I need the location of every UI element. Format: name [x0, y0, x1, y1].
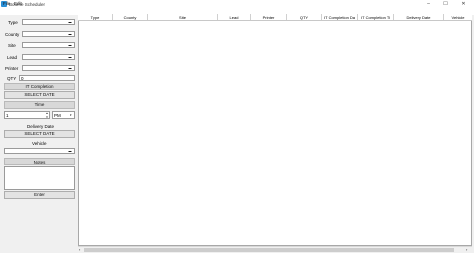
site-dropdown[interactable]: ▬	[22, 42, 75, 48]
vehicle-dropdown[interactable]: ▬	[4, 148, 75, 154]
minimize-button[interactable]: –	[421, 0, 436, 8]
type-dropdown[interactable]: ▬	[22, 19, 75, 25]
schedule-grid[interactable]	[78, 14, 472, 246]
maximize-button[interactable]: ☐	[438, 0, 453, 8]
printer-label: Printer	[5, 66, 19, 71]
horizontal-scrollbar[interactable]: ‹ ›	[78, 246, 472, 252]
select-it-completion-date-button[interactable]: SELECT DATE	[4, 91, 75, 99]
qty-input[interactable]: 0	[19, 75, 75, 81]
type-label: Type	[8, 20, 18, 25]
column-header-qty[interactable]: QTY	[287, 14, 322, 20]
chevron-down-icon: ▬	[68, 43, 72, 47]
menu-edit[interactable]: Edit	[14, 1, 22, 6]
scrollbar-thumb[interactable]	[84, 248, 454, 252]
menu-file[interactable]: File	[3, 1, 10, 6]
title-bar	[0, 0, 474, 8]
it-completion-header: IT Completion	[4, 83, 75, 90]
column-header-type[interactable]: Type	[78, 14, 113, 20]
column-header-county[interactable]: County	[113, 14, 148, 20]
column-header-lead[interactable]: Lead	[218, 14, 251, 20]
delivery-date-label: Delivery Date	[27, 124, 55, 129]
column-header-site[interactable]: Site	[148, 14, 218, 20]
printer-dropdown[interactable]: ▬	[22, 65, 75, 71]
hour-spinner-icon[interactable]: ▴ ▾	[45, 111, 49, 119]
column-header-it-completion-date[interactable]: IT Completion Da	[322, 14, 358, 20]
column-header-printer[interactable]: Printer	[251, 14, 287, 20]
close-button[interactable]: ✕	[456, 0, 471, 8]
chevron-down-icon: ▬	[68, 32, 72, 36]
enter-button[interactable]: Enter	[4, 191, 75, 199]
chevron-down-icon: ▾	[70, 113, 72, 117]
chevron-down-icon: ▬	[68, 149, 72, 153]
county-dropdown[interactable]: ▬	[22, 31, 75, 37]
lead-dropdown[interactable]: ▬	[22, 54, 75, 60]
time-header: Time	[4, 101, 75, 109]
column-header-vehicle[interactable]: Vehicle	[444, 14, 472, 20]
hour-input[interactable]: 1	[4, 111, 50, 119]
select-delivery-date-button[interactable]: SELECT DATE	[4, 130, 75, 138]
column-header-it-completion-time[interactable]: IT Completion Ti	[358, 14, 394, 20]
chevron-down-icon: ▬	[68, 55, 72, 59]
site-label: Site	[8, 43, 16, 48]
scroll-left-icon[interactable]: ‹	[79, 247, 80, 253]
vehicle-label: Vehicle	[32, 141, 47, 146]
column-header-delivery-date[interactable]: Delivery Date	[394, 14, 444, 20]
chevron-down-icon: ▬	[68, 66, 72, 70]
notes-textarea[interactable]	[4, 166, 75, 190]
lead-label: Lead	[7, 55, 18, 60]
scroll-right-icon[interactable]: ›	[466, 247, 467, 253]
qty-label: QTY	[7, 76, 17, 81]
chevron-down-icon: ▬	[68, 20, 72, 24]
county-label: County	[5, 32, 20, 37]
notes-header: Notes	[4, 158, 75, 165]
grid-header: Type County Site Lead Printer QTY IT Com…	[78, 14, 472, 21]
